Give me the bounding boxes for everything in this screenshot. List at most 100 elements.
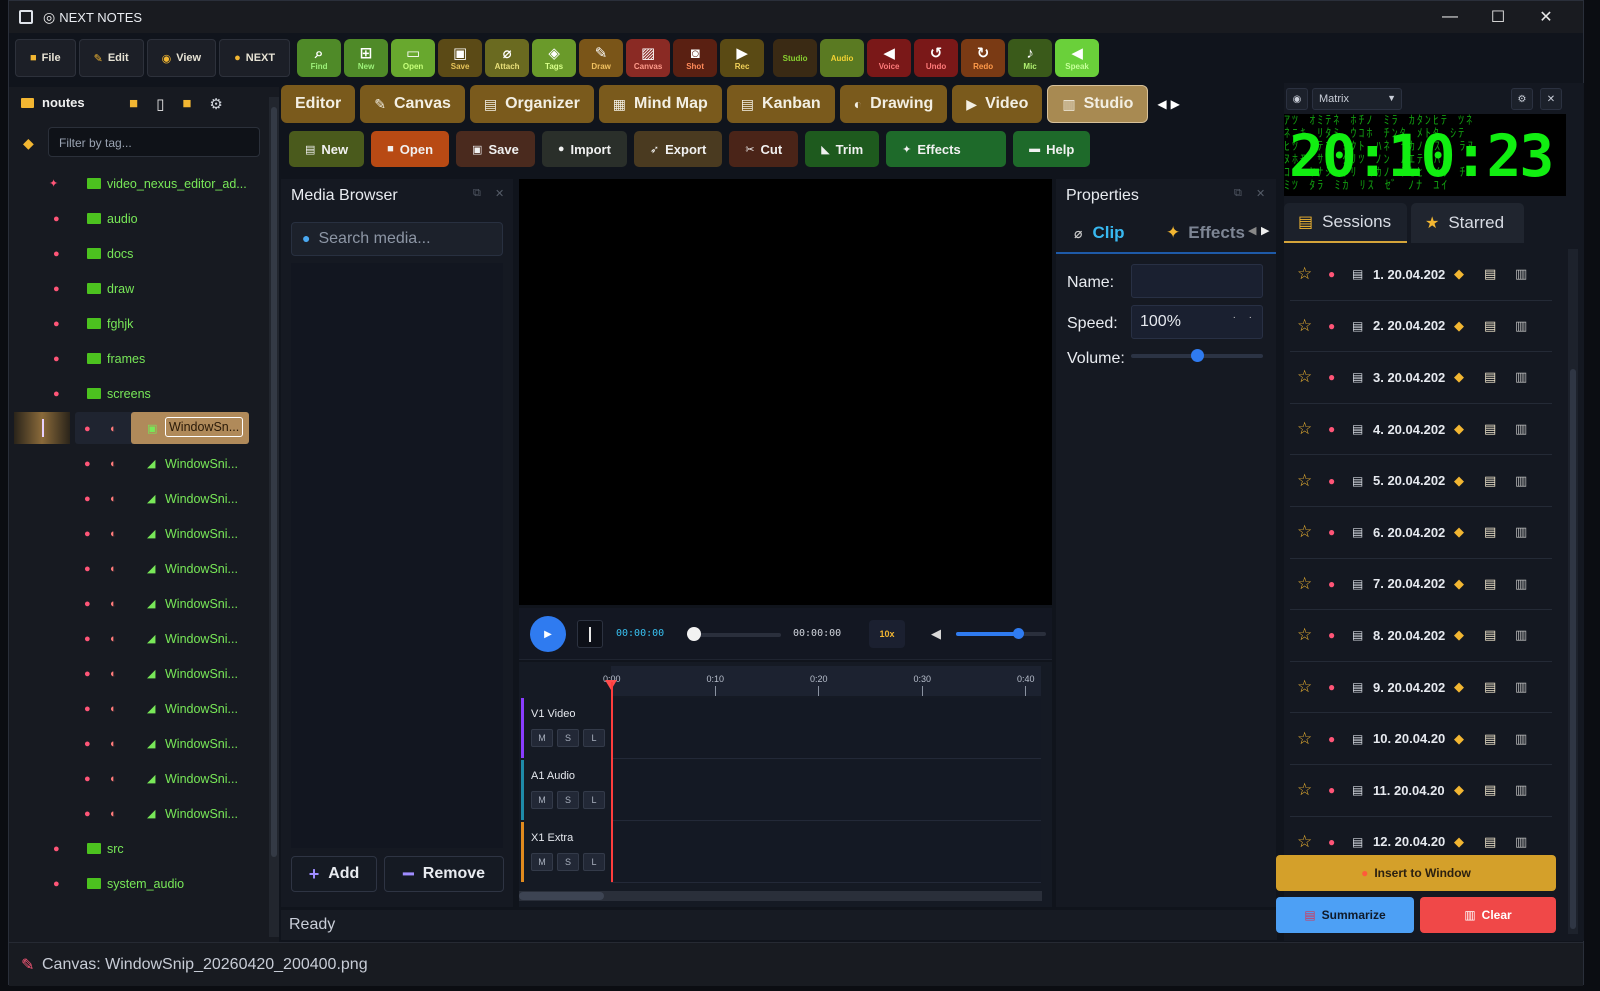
folder-row-4[interactable]: ● draw [9, 271, 269, 306]
star-outline-icon[interactable]: ☆ [1297, 625, 1312, 645]
star-outline-icon[interactable]: ☆ [1297, 677, 1312, 697]
session-row[interactable]: ☆ ● ▤ 8. 20.04.202 ◆ ▤ ▥ [1290, 610, 1552, 662]
lock-button[interactable]: L [583, 791, 605, 809]
toolbar-find-button[interactable]: ⌕ Find [297, 39, 342, 77]
file-row[interactable]: ● ◐ ◢ WindowSni... [9, 551, 269, 586]
session-row[interactable]: ☆ ● ▤ 1. 20.04.202 ◆ ▤ ▥ [1290, 249, 1552, 301]
open-button[interactable]: ■ Open [371, 131, 450, 167]
tag-icon[interactable]: ◆ [1454, 473, 1464, 489]
copy-icon[interactable]: ▤ [1484, 679, 1496, 695]
pin-icon[interactable]: ● [1328, 370, 1335, 384]
mute-button[interactable]: M [531, 853, 553, 871]
export-button[interactable]: ➶ Export [633, 131, 723, 167]
play-button[interactable]: ▶ [530, 616, 566, 652]
copy-icon[interactable]: ▤ [1484, 627, 1496, 643]
folder-row-1[interactable]: ✦ video_nexus_editor_ad... [9, 166, 269, 201]
close-icon[interactable]: ✕ [1540, 88, 1562, 110]
add-media-button[interactable]: + Add [291, 856, 377, 892]
clip-volume-handle[interactable] [1191, 349, 1204, 362]
star-outline-icon[interactable]: ☆ [1297, 522, 1312, 542]
toolbar-undo-button[interactable]: ↺ Undo [914, 39, 959, 77]
help-button[interactable]: ▬ Help [1013, 131, 1091, 167]
close-icon[interactable]: ✕ [495, 187, 504, 200]
toolbar-speak-button[interactable]: ◀ Speak [1055, 39, 1100, 77]
tag-icon[interactable]: ◆ [1454, 834, 1464, 850]
toolbar-shot-button[interactable]: ◙ Shot [673, 39, 718, 77]
folder-row-6[interactable]: ● frames [9, 341, 269, 376]
copy-icon[interactable]: ▤ [1484, 731, 1496, 747]
toolbar-open-button[interactable]: ▭ Open [391, 39, 436, 77]
media-list[interactable] [291, 263, 503, 848]
file-row-selected[interactable]: ● ◐ ▣ WindowSn... [9, 411, 269, 446]
file-row[interactable]: ● ◐ ◢ WindowSni... [9, 586, 269, 621]
spin-up-icon[interactable]: · [1249, 312, 1252, 323]
toolbar-audio-button[interactable]: Audio [820, 39, 865, 77]
spin-down-icon[interactable]: · [1233, 312, 1236, 323]
mute-button[interactable]: M [531, 729, 553, 747]
folder-row[interactable]: ● src [9, 831, 269, 866]
menu-file-button[interactable]: ■ File [15, 39, 76, 77]
tab-studio[interactable]: ▥ Studio [1047, 85, 1149, 123]
toolbar-draw-button[interactable]: ✎ Draw [579, 39, 624, 77]
folder-row[interactable]: ● system_audio [9, 866, 269, 901]
speed-selector[interactable]: 10x [869, 620, 905, 648]
trash-icon[interactable]: ▥ [1515, 524, 1527, 540]
tag-icon[interactable]: ◆ [1454, 369, 1464, 385]
session-row[interactable]: ☆ ● ▤ 5. 20.04.202 ◆ ▤ ▥ [1290, 455, 1552, 507]
close-icon[interactable]: ✕ [1256, 187, 1265, 200]
tag-icon[interactable]: ◆ [1454, 782, 1464, 798]
timer-icon[interactable]: ◉ [1286, 88, 1308, 110]
lock-button[interactable]: L [583, 853, 605, 871]
solo-button[interactable]: S [557, 729, 579, 747]
pin-icon[interactable]: ● [1328, 732, 1335, 746]
seek-slider[interactable] [689, 633, 781, 637]
menu-view-button[interactable]: ◉ View [146, 39, 217, 77]
chevron-right-icon[interactable]: ▶ [1261, 224, 1269, 237]
star-outline-icon[interactable]: ☆ [1297, 780, 1312, 800]
tab-sessions[interactable]: ▤ Sessions [1284, 203, 1407, 243]
stop-button[interactable] [577, 620, 603, 648]
trash-icon[interactable]: ▥ [1515, 576, 1527, 592]
star-outline-icon[interactable]: ☆ [1297, 419, 1312, 439]
toolbar-mic-button[interactable]: ♪ Mic [1008, 39, 1053, 77]
tag-icon[interactable]: ◆ [1454, 318, 1464, 334]
toolbar-canvas-button[interactable]: ▨ Canvas [626, 39, 671, 77]
clear-button[interactable]: ▥ Clear [1420, 897, 1556, 933]
playhead[interactable] [611, 682, 613, 882]
copy-icon[interactable]: ▤ [1484, 834, 1496, 850]
folder-row-3[interactable]: ● docs [9, 236, 269, 271]
gear-icon[interactable]: ⚙ [1511, 88, 1533, 110]
star-outline-icon[interactable]: ☆ [1297, 316, 1312, 336]
session-row[interactable]: ☆ ● ▤ 11. 20.04.20 ◆ ▤ ▥ [1290, 765, 1552, 817]
maximize-button[interactable]: ☐ [1475, 1, 1521, 33]
tag-icon[interactable]: ◆ [1454, 266, 1464, 282]
tab-scroll-left-icon[interactable]: ◀ [1157, 97, 1166, 111]
copy-icon[interactable]: ▤ [1484, 369, 1496, 385]
trash-icon[interactable]: ▥ [1515, 627, 1527, 643]
copy-icon[interactable]: ▤ [1484, 473, 1496, 489]
file-row[interactable]: ● ◐ ◢ WindowSni... [9, 621, 269, 656]
tab-kanban[interactable]: ▤ Kanban [726, 85, 835, 123]
pin-icon[interactable]: ● [1328, 525, 1335, 539]
open-folder-icon[interactable]: ■ [129, 95, 138, 113]
tag-icon[interactable]: ◆ [1454, 421, 1464, 437]
file-row[interactable]: ● ◐ ◢ WindowSni... [9, 691, 269, 726]
new-folder-icon[interactable]: ■ [182, 95, 191, 113]
copy-icon[interactable]: ▤ [1484, 576, 1496, 592]
trash-icon[interactable]: ▥ [1515, 421, 1527, 437]
star-outline-icon[interactable]: ☆ [1297, 264, 1312, 284]
trash-icon[interactable]: ▥ [1515, 266, 1527, 282]
volume-handle[interactable] [1013, 628, 1024, 639]
pin-icon[interactable]: ● [1328, 680, 1335, 694]
pin-icon[interactable]: ● [1328, 422, 1335, 436]
media-search-input[interactable]: ● Search media... [291, 222, 503, 256]
session-row[interactable]: ☆ ● ▤ 7. 20.04.202 ◆ ▤ ▥ [1290, 559, 1552, 611]
insert-to-window-button[interactable]: ● Insert to Window [1276, 855, 1556, 891]
pin-icon[interactable]: ● [1328, 267, 1335, 281]
star-outline-icon[interactable]: ☆ [1297, 471, 1312, 491]
session-row[interactable]: ☆ ● ▤ 10. 20.04.20 ◆ ▤ ▥ [1290, 713, 1552, 765]
name-field[interactable] [1131, 264, 1263, 298]
float-icon[interactable]: ⧉ [1234, 187, 1242, 200]
file-row[interactable]: ● ◐ ◢ WindowSni... [9, 796, 269, 831]
folder-row-2[interactable]: ● audio [9, 201, 269, 236]
